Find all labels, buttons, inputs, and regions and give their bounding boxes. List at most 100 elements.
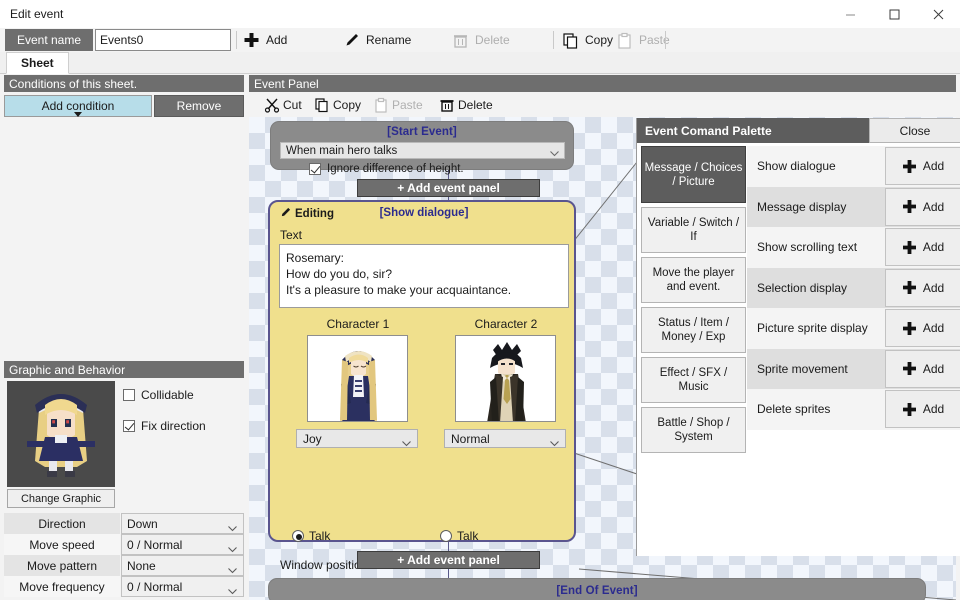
radio-selected-icon: [292, 530, 304, 542]
trash-icon: [452, 32, 469, 49]
plus-icon: [902, 402, 917, 417]
fix-direction-checkbox[interactable]: Fix direction: [123, 419, 206, 433]
change-graphic-button[interactable]: Change Graphic: [7, 489, 115, 508]
command-label-selection-display: Selection display: [747, 281, 847, 295]
add-command-button-sprite-movement[interactable]: Add: [885, 350, 960, 388]
character2-talk-radio[interactable]: Talk: [440, 529, 478, 543]
add-event-panel-button-top[interactable]: + Add event panel: [357, 179, 540, 197]
remove-condition-button[interactable]: Remove: [154, 95, 244, 117]
maximize-icon[interactable]: [872, 0, 916, 28]
add-command-button-message-display[interactable]: Add: [885, 188, 960, 226]
palette-category-variable-label: Variable / Switch / If: [644, 216, 743, 244]
palette-category-variable[interactable]: Variable / Switch / If: [641, 207, 746, 253]
event-name-input[interactable]: Events0: [95, 29, 231, 51]
plus-icon: [902, 321, 917, 336]
chevron-down-icon: [228, 563, 237, 569]
event-panel-header: Event Panel: [249, 75, 956, 92]
command-label-sprite-movement: Sprite movement: [747, 362, 848, 376]
move-frequency-select[interactable]: 0 / Normal: [121, 576, 244, 597]
palette-command-row[interactable]: Show scrolling text Add: [747, 227, 960, 268]
palette-category-status-label: Status / Item / Money / Exp: [644, 316, 743, 344]
add-command-label: Add: [923, 402, 944, 416]
minimize-icon[interactable]: [828, 0, 872, 28]
graphic-behavior-header: Graphic and Behavior: [4, 361, 244, 378]
direction-select[interactable]: Down: [121, 513, 244, 534]
cut-button[interactable]: Cut: [264, 95, 302, 114]
move-speed-select[interactable]: 0 / Normal: [121, 534, 244, 555]
trigger-select[interactable]: When main hero talks: [280, 142, 565, 159]
ignore-height-label: Ignore difference of height.: [327, 163, 464, 175]
palette-category-effect[interactable]: Effect / SFX / Music: [641, 357, 746, 403]
palette-command-row[interactable]: Picture sprite display Add: [747, 308, 960, 349]
paste-button[interactable]: Paste: [616, 29, 670, 51]
add-command-label: Add: [923, 321, 944, 335]
character1-portrait[interactable]: [307, 335, 408, 422]
rename-button[interactable]: Rename: [343, 29, 411, 51]
event-command-palette: Event Comand Palette Close Message / Cho…: [636, 118, 960, 556]
palette-category-move-label: Move the player and event.: [644, 266, 743, 294]
add-condition-button[interactable]: Add condition: [4, 95, 152, 117]
copy-button[interactable]: Copy: [562, 29, 613, 51]
palette-command-row[interactable]: Sprite movement Add: [747, 349, 960, 390]
character2-portrait[interactable]: [455, 335, 556, 422]
top-toolbar: Event name Events0 Add Rename: [0, 28, 960, 52]
collidable-checkbox[interactable]: Collidable: [123, 388, 194, 402]
add-command-button-selection-display[interactable]: Add: [885, 269, 960, 307]
delete-button[interactable]: Delete: [452, 29, 510, 51]
copy-button-panel-label: Copy: [333, 98, 361, 112]
character2-emotion-value: Normal: [451, 432, 490, 446]
palette-command-row[interactable]: Message display Add: [747, 187, 960, 228]
checkbox-checked-icon: [309, 163, 321, 175]
add-command-button-delete-sprites[interactable]: Add: [885, 390, 960, 428]
copy-button-panel[interactable]: Copy: [314, 95, 361, 114]
palette-category-status[interactable]: Status / Item / Money / Exp: [641, 307, 746, 353]
ignore-height-checkbox[interactable]: Ignore difference of height.: [309, 163, 464, 175]
trigger-value: When main hero talks: [286, 145, 397, 157]
character1-emotion-select[interactable]: Joy: [296, 429, 418, 448]
character2-sprite-image: [456, 336, 556, 422]
add-command-button-picture-sprite-display[interactable]: Add: [885, 309, 960, 347]
palette-command-row[interactable]: Selection display Add: [747, 268, 960, 309]
plus-icon: [902, 240, 917, 255]
tab-sheet[interactable]: Sheet: [6, 52, 69, 74]
window-controls: [828, 0, 960, 28]
palette-category-battle[interactable]: Battle / Shop / System: [641, 407, 746, 453]
move-speed-value: 0 / Normal: [127, 538, 182, 552]
add-command-button-show-scrolling-text[interactable]: Add: [885, 228, 960, 266]
add-command-button-show-dialogue[interactable]: Add: [885, 147, 960, 185]
character1-talk-radio[interactable]: Talk: [292, 529, 330, 543]
sheet-tab-strip: Sheet: [0, 52, 960, 74]
character2-emotion-select[interactable]: Normal: [444, 429, 566, 448]
palette-close-button[interactable]: Close: [869, 118, 960, 143]
add-command-label: Add: [923, 200, 944, 214]
end-of-event-node[interactable]: [End Of Event]: [268, 578, 926, 600]
character-sprite-preview[interactable]: [7, 381, 115, 487]
palette-category-message[interactable]: Message / Choices / Picture: [641, 146, 746, 203]
remove-condition-label: Remove: [177, 99, 222, 113]
start-event-node[interactable]: [Start Event] When main hero talks Ignor…: [270, 121, 574, 170]
palette-category-move[interactable]: Move the player and event.: [641, 257, 746, 303]
show-dialogue-node[interactable]: [Show dialogue] Editing Text Rosemary: H…: [268, 200, 576, 542]
command-label-show-dialogue: Show dialogue: [747, 159, 836, 173]
add-event-panel-button-bottom[interactable]: + Add event panel: [357, 551, 540, 569]
chevron-down-icon: [228, 584, 237, 590]
cut-button-label: Cut: [283, 98, 302, 112]
palette-command-row[interactable]: Delete sprites Add: [747, 389, 960, 430]
event-panel-toolbar: Cut Copy Paste: [249, 93, 956, 116]
event-name-label: Event name: [5, 29, 93, 51]
add-condition-label: Add condition: [42, 99, 115, 113]
edit-event-window: Edit event Event name Events0 Add: [0, 0, 960, 600]
palette-command-row[interactable]: Show dialogue Add: [747, 146, 960, 187]
move-pattern-select[interactable]: None: [121, 555, 244, 576]
delete-button-panel[interactable]: Delete: [439, 95, 493, 114]
character1-sprite-image: [308, 336, 408, 422]
paste-button-panel[interactable]: Paste: [373, 95, 423, 114]
pencil-icon: [343, 32, 360, 49]
dialogue-text-input[interactable]: Rosemary: How do you do, sir? It's a ple…: [279, 244, 569, 308]
add-button[interactable]: Add: [243, 29, 287, 51]
direction-value: Down: [127, 517, 158, 531]
close-icon[interactable]: [916, 0, 960, 28]
move-pattern-label: Move pattern: [4, 555, 120, 576]
character1-title: Character 1: [292, 317, 424, 331]
palette-command-list: Show dialogue Add Message display Add Sh…: [747, 146, 960, 430]
